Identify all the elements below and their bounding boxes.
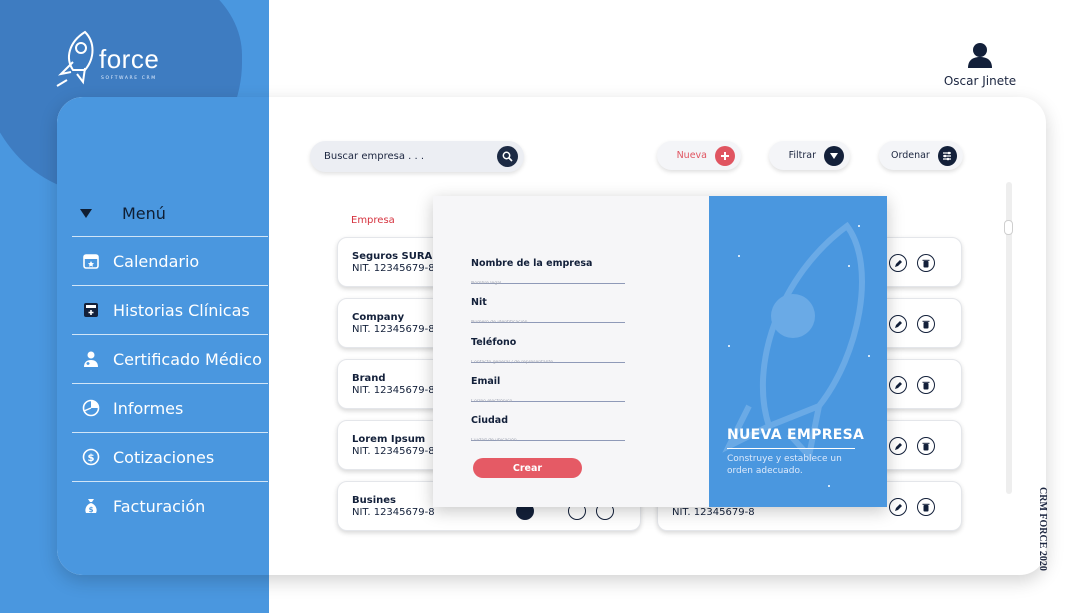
logo-subtitle: SOFTWARE CRM xyxy=(101,76,157,81)
nit-input[interactable] xyxy=(471,320,625,325)
city-field: Ciudad xyxy=(471,415,625,443)
delete-icon[interactable] xyxy=(917,254,935,272)
search-input[interactable] xyxy=(324,151,484,162)
nit-field: Nit xyxy=(471,297,625,325)
company-nit: NIT. 12345679-8 xyxy=(352,324,435,335)
menu-header[interactable]: Menú xyxy=(80,204,166,223)
company-nit: NIT. 12345679-8 xyxy=(352,385,435,396)
create-button[interactable]: Crear xyxy=(473,458,582,478)
company-name: Busines xyxy=(352,495,396,506)
field-label: Email xyxy=(471,376,501,387)
phone-input[interactable] xyxy=(471,360,625,365)
delete-icon[interactable] xyxy=(917,437,935,455)
new-company-modal: Nombre de la empresa Nit Teléfono Email … xyxy=(433,196,887,507)
money-bag-icon: $ xyxy=(81,496,101,516)
sidebar-item-label: Facturación xyxy=(113,496,206,516)
svg-text:$: $ xyxy=(88,453,95,464)
panel-title: NUEVA EMPRESA xyxy=(727,427,865,443)
field-label: Nit xyxy=(471,297,487,308)
filter-button[interactable]: Filtrar xyxy=(769,141,850,170)
new-button-label: Nueva xyxy=(676,150,707,161)
sidebar-item-facturacion[interactable]: $ Facturación xyxy=(72,481,268,530)
calendar-icon xyxy=(81,251,101,271)
menu-title: Menú xyxy=(122,204,166,223)
company-nit: NIT. 12345679-8 xyxy=(352,507,435,518)
search-button[interactable] xyxy=(497,146,518,167)
sidebar-item-label: Calendario xyxy=(113,251,200,271)
user-profile[interactable]: Oscar Jinete xyxy=(930,42,1030,88)
new-company-button[interactable]: Nueva xyxy=(657,141,741,170)
company-name: Lorem Ipsum xyxy=(352,434,426,445)
email-input[interactable] xyxy=(471,399,625,404)
quote-icon: $ xyxy=(81,447,101,467)
company-name: Brand xyxy=(352,373,386,384)
sort-icon xyxy=(937,145,957,166)
sidebar-item-historias-clinicas[interactable]: Historias Clínicas xyxy=(72,285,268,334)
sidebar-item-label: Cotizaciones xyxy=(113,447,215,467)
caret-down-icon xyxy=(80,209,92,218)
company-name: Seguros SURA xyxy=(352,251,433,262)
phone-field: Teléfono xyxy=(471,337,625,365)
filter-icon xyxy=(824,145,844,166)
company-name-input[interactable] xyxy=(471,281,625,286)
filter-button-label: Filtrar xyxy=(788,150,816,161)
report-icon xyxy=(81,398,101,418)
sidebar-item-informes[interactable]: Informes xyxy=(72,383,268,432)
company-name: Company xyxy=(352,312,405,323)
edit-icon[interactable] xyxy=(889,254,907,272)
delete-icon[interactable] xyxy=(917,498,935,516)
city-input[interactable] xyxy=(471,438,625,443)
sort-button-label: Ordenar xyxy=(891,150,930,161)
app-logo[interactable]: force SOFTWARE CRM xyxy=(55,24,175,90)
field-label: Nombre de la empresa xyxy=(471,258,593,269)
delete-icon[interactable] xyxy=(917,376,935,394)
delete-icon[interactable] xyxy=(917,315,935,333)
plus-icon xyxy=(715,145,735,166)
panel-subtitle: Construye y establece un orden adecuado. xyxy=(727,454,842,476)
field-label: Teléfono xyxy=(471,337,517,348)
company-nit: NIT. 12345679-8 xyxy=(672,507,755,518)
scrollbar-thumb[interactable] xyxy=(1004,220,1013,235)
edit-icon[interactable] xyxy=(889,376,907,394)
email-field: Email xyxy=(471,376,625,404)
edit-icon[interactable] xyxy=(889,437,907,455)
sidebar-item-certificado-medico[interactable]: Certificado Médico xyxy=(72,334,268,383)
company-name-field: Nombre de la empresa xyxy=(471,258,625,286)
company-nit: NIT. 12345679-8 xyxy=(352,446,435,457)
doctor-icon xyxy=(81,349,101,369)
sidebar-item-cotizaciones[interactable]: $ Cotizaciones xyxy=(72,432,268,481)
modal-promo-panel: NUEVA EMPRESA Construye y establece un o… xyxy=(709,196,887,507)
sidebar-item-label: Certificado Médico xyxy=(113,349,262,369)
rocket-logo-icon xyxy=(56,30,94,87)
sidebar-item-label: Historias Clínicas xyxy=(113,300,250,320)
sidebar-item-calendario[interactable]: Calendario xyxy=(72,236,268,285)
svg-text:$: $ xyxy=(89,506,94,514)
footer-brand-vertical: CRM FORCE 2020 xyxy=(1037,487,1048,571)
sidebar-item-label: Informes xyxy=(113,398,184,418)
user-name: Oscar Jinete xyxy=(943,74,1017,88)
modal-form: Nombre de la empresa Nit Teléfono Email … xyxy=(433,196,709,507)
edit-icon[interactable] xyxy=(889,315,907,333)
logo-wordmark: force xyxy=(99,44,160,74)
sidebar-menu: Calendario Historias Clínicas Certificad… xyxy=(72,236,268,530)
search-bar xyxy=(310,141,524,172)
search-icon xyxy=(502,151,513,162)
column-header-empresa: Empresa xyxy=(351,215,395,226)
panel-divider xyxy=(727,448,855,449)
field-label: Ciudad xyxy=(471,415,509,426)
company-nit: NIT. 12345679-8 xyxy=(352,263,435,274)
edit-icon[interactable] xyxy=(889,498,907,516)
medical-record-icon xyxy=(81,300,101,320)
sort-button[interactable]: Ordenar xyxy=(879,141,963,170)
user-avatar-icon xyxy=(968,43,992,68)
